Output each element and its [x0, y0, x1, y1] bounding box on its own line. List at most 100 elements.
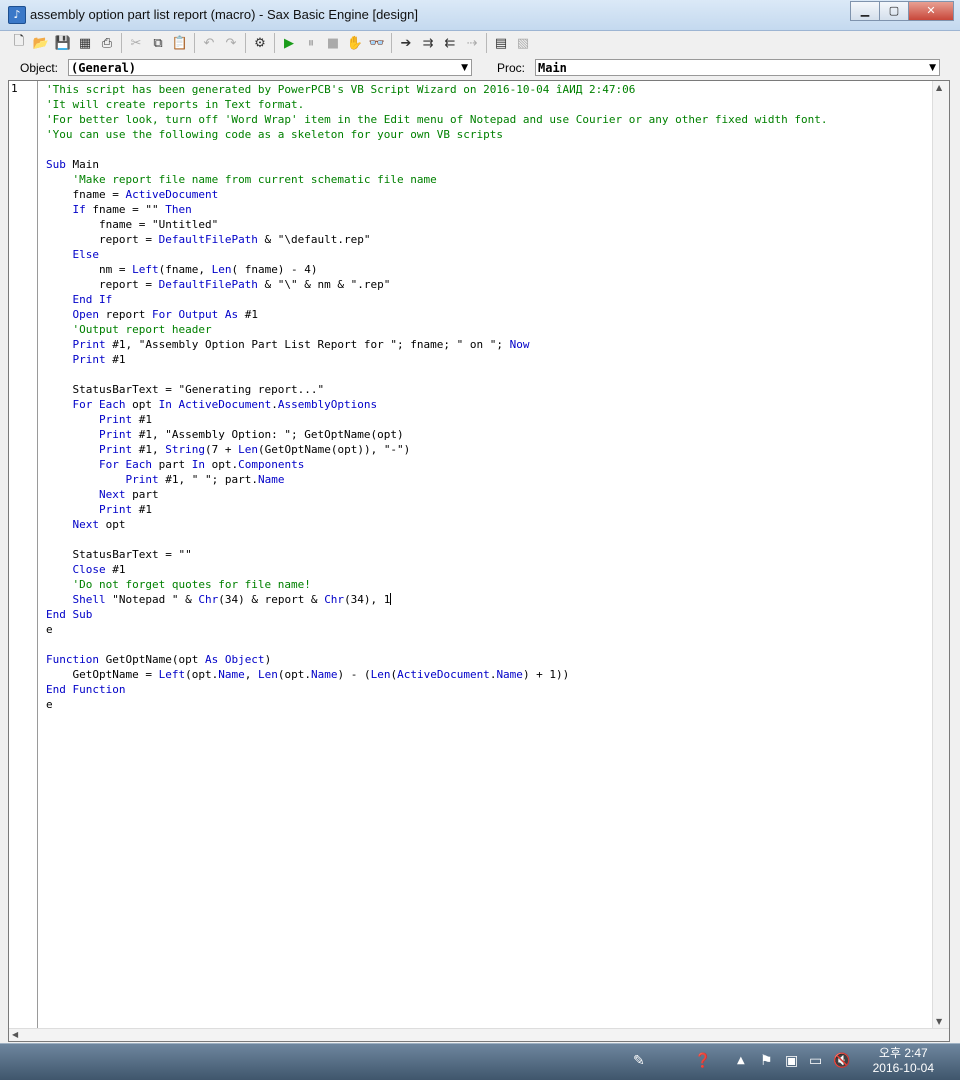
display-icon[interactable]: ▭: [809, 1053, 822, 1069]
code-line[interactable]: 'This script has been generated by Power…: [46, 82, 933, 97]
code-line[interactable]: [46, 637, 933, 652]
code-line[interactable]: report = DefaultFilePath & "\default.rep…: [46, 232, 933, 247]
open-folder-icon[interactable]: 📂: [30, 32, 52, 54]
code-area[interactable]: 'This script has been generated by Power…: [46, 82, 933, 712]
paste-icon[interactable]: 📋: [169, 32, 191, 54]
code-line[interactable]: [46, 367, 933, 382]
code-text: (opt.: [185, 668, 219, 681]
help-icon[interactable]: ❓: [694, 1053, 711, 1069]
cut-icon[interactable]: ✂: [125, 32, 147, 54]
code-line[interactable]: nm = Left(fname, Len( fname) - 4): [46, 262, 933, 277]
scroll-up-icon[interactable]: ▲: [936, 83, 942, 92]
code-line[interactable]: If fname = "" Then: [46, 202, 933, 217]
code-line[interactable]: e: [46, 622, 933, 637]
references-icon[interactable]: ⚙: [249, 32, 271, 54]
code-keyword: Len: [257, 668, 278, 681]
code-text: #1: [105, 353, 126, 366]
code-line[interactable]: Open report For Output As #1: [46, 307, 933, 322]
scroll-down-icon[interactable]: ▼: [936, 1017, 942, 1026]
code-line[interactable]: Print #1, " "; part.Name: [46, 472, 933, 487]
copy-icon[interactable]: ⧉: [147, 32, 169, 54]
code-line[interactable]: [46, 532, 933, 547]
code-keyword: Shell: [72, 593, 106, 606]
proc-label: Proc:: [497, 61, 526, 75]
code-line[interactable]: Print #1, "Assembly Option: "; GetOptNam…: [46, 427, 933, 442]
proc-dropdown[interactable]: Main ▼: [535, 59, 940, 76]
step-out-icon[interactable]: ⇇: [439, 32, 461, 54]
code-keyword: Left: [158, 668, 186, 681]
save-icon[interactable]: 💾: [52, 32, 74, 54]
network-tool-icon[interactable]: ✎: [633, 1053, 645, 1069]
code-line[interactable]: Print #1: [46, 502, 933, 517]
code-line[interactable]: For Each part In opt.Components: [46, 457, 933, 472]
code-line[interactable]: fname = ActiveDocument: [46, 187, 933, 202]
pause-icon[interactable]: ⏸: [300, 32, 322, 54]
code-line[interactable]: End Sub: [46, 607, 933, 622]
code-line[interactable]: Else: [46, 247, 933, 262]
clock[interactable]: 오후 2:47 2016-10-04: [873, 1046, 934, 1076]
horizontal-scrollbar[interactable]: ◀: [9, 1028, 949, 1041]
code-keyword: In: [158, 398, 172, 411]
code-line[interactable]: StatusBarText = "Generating report...": [46, 382, 933, 397]
toolbar-divider: [245, 33, 246, 53]
device-icon[interactable]: ▣: [785, 1053, 798, 1069]
code-line[interactable]: e: [46, 697, 933, 712]
code-line[interactable]: GetOptName = Left(opt.Name, Len(opt.Name…: [46, 667, 933, 682]
chevron-down-icon[interactable]: ▼: [461, 60, 468, 77]
code-editor[interactable]: 1 'This script has been generated by Pow…: [8, 80, 950, 1042]
object-dropdown[interactable]: (General) ▼: [68, 59, 472, 76]
code-line[interactable]: End Function: [46, 682, 933, 697]
code-line[interactable]: Print #1: [46, 412, 933, 427]
step-over-icon[interactable]: ⇉: [417, 32, 439, 54]
undo-icon[interactable]: ↶: [198, 32, 220, 54]
close-button[interactable]: ✕: [908, 1, 954, 21]
module-icon[interactable]: ▧: [512, 32, 534, 54]
code-line[interactable]: Function GetOptName(opt As Object): [46, 652, 933, 667]
scroll-left-icon[interactable]: ◀: [12, 1030, 18, 1039]
code-line[interactable]: Print #1: [46, 352, 933, 367]
volume-muted-icon[interactable]: 🔇: [833, 1053, 850, 1069]
code-line[interactable]: Sub Main: [46, 157, 933, 172]
code-line[interactable]: Next part: [46, 487, 933, 502]
redo-icon[interactable]: ↷: [220, 32, 242, 54]
code-line[interactable]: Print #1, String(7 + Len(GetOptName(opt)…: [46, 442, 933, 457]
code-keyword: Else: [72, 248, 100, 261]
code-line[interactable]: 'For better look, turn off 'Word Wrap' i…: [46, 112, 933, 127]
code-text: opt: [125, 398, 159, 411]
save-all-icon[interactable]: ▦: [74, 32, 96, 54]
code-line[interactable]: 'Output report header: [46, 322, 933, 337]
run-to-cursor-icon[interactable]: ⇢: [461, 32, 483, 54]
quick-watch-icon[interactable]: 👓: [366, 32, 388, 54]
stop-icon[interactable]: ■: [322, 32, 344, 54]
show-hidden-icons-icon[interactable]: ▲: [737, 1055, 745, 1066]
new-icon[interactable]: 🗋: [8, 32, 30, 54]
run-icon[interactable]: ▶: [278, 32, 300, 54]
chevron-down-icon[interactable]: ▼: [929, 60, 936, 77]
code-line[interactable]: fname = "Untitled": [46, 217, 933, 232]
hand-icon[interactable]: ✋: [344, 32, 366, 54]
print-icon[interactable]: ⎙: [96, 32, 118, 54]
code-line[interactable]: 'Make report file name from current sche…: [46, 172, 933, 187]
action-center-flag-icon[interactable]: ⚑: [760, 1053, 773, 1069]
code-line[interactable]: StatusBarText = "": [46, 547, 933, 562]
code-line[interactable]: For Each opt In ActiveDocument.AssemblyO…: [46, 397, 933, 412]
code-keyword: Chr: [324, 593, 345, 606]
maximize-button[interactable]: ▢: [879, 1, 909, 21]
code-line[interactable]: Print #1, "Assembly Option Part List Rep…: [46, 337, 933, 352]
code-line[interactable]: Close #1: [46, 562, 933, 577]
minimize-button[interactable]: ▁: [850, 1, 880, 21]
code-line[interactable]: 'You can use the following code as a ske…: [46, 127, 933, 142]
user-dialog-icon[interactable]: ▤: [490, 32, 512, 54]
code-text: (34), 1: [344, 593, 391, 606]
code-line[interactable]: 'It will create reports in Text format.: [46, 97, 933, 112]
vertical-scrollbar[interactable]: ▲ ▼: [932, 81, 949, 1028]
code-line[interactable]: 'Do not forget quotes for file name!: [46, 577, 933, 592]
code-line[interactable]: report = DefaultFilePath & "\" & nm & ".…: [46, 277, 933, 292]
code-line[interactable]: Shell "Notepad " & Chr(34) & report & Ch…: [46, 592, 933, 607]
clock-time: 오후 2:47: [878, 1046, 928, 1060]
step-into-icon[interactable]: ➔: [395, 32, 417, 54]
code-line[interactable]: Next opt: [46, 517, 933, 532]
code-line[interactable]: End If: [46, 292, 933, 307]
code-line[interactable]: [46, 142, 933, 157]
